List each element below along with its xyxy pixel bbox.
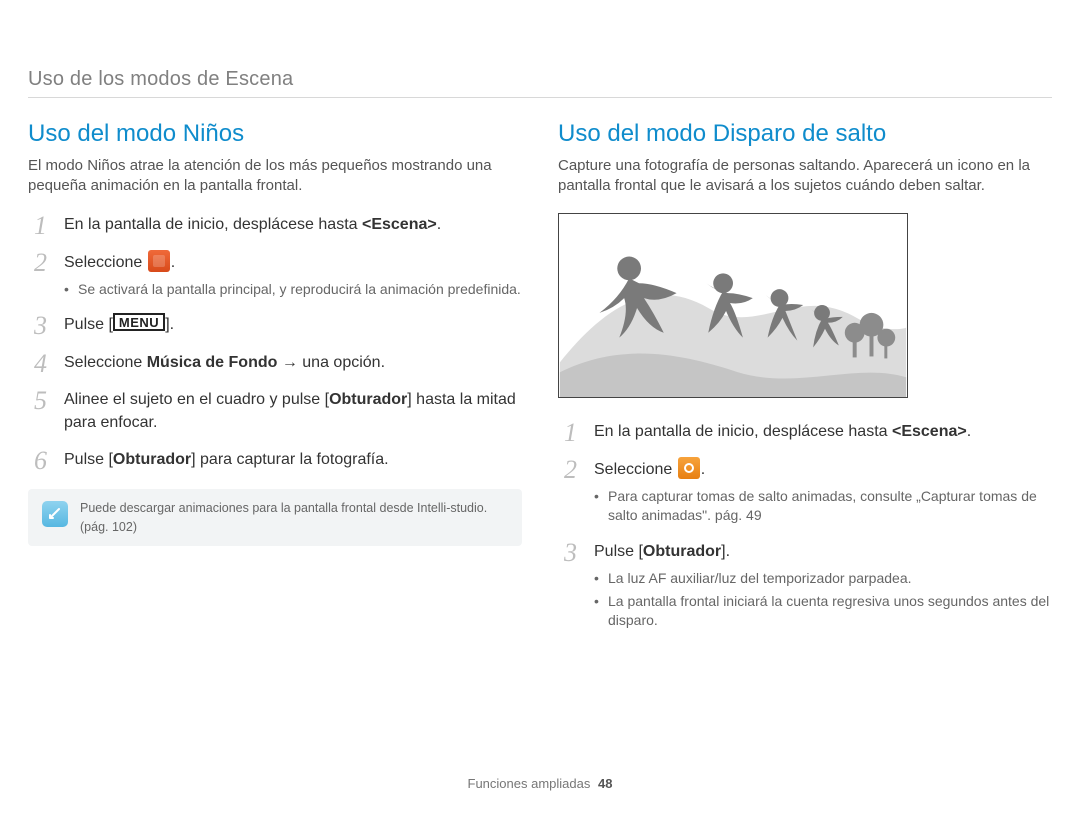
step-item: Seleccione . Para capturar tomas de salt… — [558, 457, 1052, 526]
step-bold: Obturador — [643, 543, 721, 560]
step-item: Seleccione Música de Fondo → una opción. — [28, 351, 522, 374]
left-steps: En la pantalla de inicio, desplácese has… — [28, 213, 522, 472]
step-bold: Obturador — [329, 391, 407, 408]
footer-page-number: 48 — [598, 776, 612, 791]
step-item: Pulse [Obturador]. La luz AF auxiliar/lu… — [558, 540, 1052, 631]
step-bullets: Se activará la pantalla principal, y rep… — [64, 280, 522, 300]
step-item: Pulse [MENU]. — [28, 313, 522, 336]
step-text-post: ]. — [721, 543, 730, 560]
step-text: Pulse [ — [64, 451, 113, 468]
step-bold: Música de Fondo — [147, 354, 278, 371]
step-item: En la pantalla de inicio, desplácese has… — [28, 213, 522, 236]
right-section-title: Uso del modo Disparo de salto — [558, 120, 1052, 148]
note-text: Puede descargar animaciones para la pant… — [80, 499, 508, 535]
divider — [28, 97, 1052, 98]
step-text-post: . — [701, 461, 705, 478]
bullet-item: La pantalla frontal iniciará la cuenta r… — [594, 592, 1052, 631]
right-column: Uso del modo Disparo de salto Capture un… — [558, 120, 1052, 645]
step-text-post: ] para capturar la fotografía. — [191, 451, 388, 468]
right-steps: En la pantalla de inicio, desplácese has… — [558, 420, 1052, 632]
jump-shot-illustration — [558, 213, 908, 398]
bullet-item: Se activará la pantalla principal, y rep… — [64, 280, 522, 300]
breadcrumb: Uso de los modos de Escena — [28, 68, 1052, 91]
step-text-post: . — [437, 216, 441, 233]
step-text: Seleccione — [64, 254, 147, 271]
right-lead: Capture una fotografía de personas salta… — [558, 156, 1052, 197]
step-bold: <Escena> — [362, 216, 437, 233]
step-bullets: Para capturar tomas de salto animadas, c… — [594, 487, 1052, 526]
step-item: En la pantalla de inicio, desplácese has… — [558, 420, 1052, 443]
step-text-post: . — [171, 254, 175, 271]
step-arrow-text: → una opción. — [277, 354, 385, 371]
step-text: Pulse [ — [64, 316, 113, 333]
step-text: Seleccione — [64, 354, 147, 371]
note-box: Puede descargar animaciones para la pant… — [28, 489, 522, 545]
page: Uso de los modos de Escena Uso del modo … — [0, 0, 1080, 815]
step-item: Pulse [Obturador] para capturar la fotog… — [28, 448, 522, 471]
step-bold: <Escena> — [892, 423, 967, 440]
footer-label: Funciones ampliadas — [468, 776, 591, 791]
bullet-item: La luz AF auxiliar/luz del temporizador … — [594, 569, 1052, 589]
step-text-post: . — [967, 423, 971, 440]
menu-button-icon: MENU — [113, 313, 165, 331]
jump-shot-mode-icon — [678, 457, 700, 479]
step-bold: Obturador — [113, 451, 191, 468]
left-section-title: Uso del modo Niños — [28, 120, 522, 148]
step-text: Seleccione — [594, 461, 677, 478]
step-text: En la pantalla de inicio, desplácese has… — [594, 423, 892, 440]
note-icon — [42, 501, 68, 527]
step-text: Pulse [ — [594, 543, 643, 560]
step-item: Seleccione . Se activará la pantalla pri… — [28, 250, 522, 300]
left-column: Uso del modo Niños El modo Niños atrae l… — [28, 120, 522, 645]
left-lead: El modo Niños atrae la atención de los m… — [28, 156, 522, 197]
step-text: En la pantalla de inicio, desplácese has… — [64, 216, 362, 233]
step-text-post: ]. — [165, 316, 174, 333]
page-footer: Funciones ampliadas 48 — [0, 776, 1080, 791]
children-mode-icon — [148, 250, 170, 272]
step-bullets: La luz AF auxiliar/luz del temporizador … — [594, 569, 1052, 631]
step-text: Alinee el sujeto en el cuadro y pulse [ — [64, 391, 329, 408]
step-item: Alinee el sujeto en el cuadro y pulse [O… — [28, 388, 522, 434]
content-columns: Uso del modo Niños El modo Niños atrae l… — [28, 120, 1052, 645]
bullet-item: Para capturar tomas de salto animadas, c… — [594, 487, 1052, 526]
